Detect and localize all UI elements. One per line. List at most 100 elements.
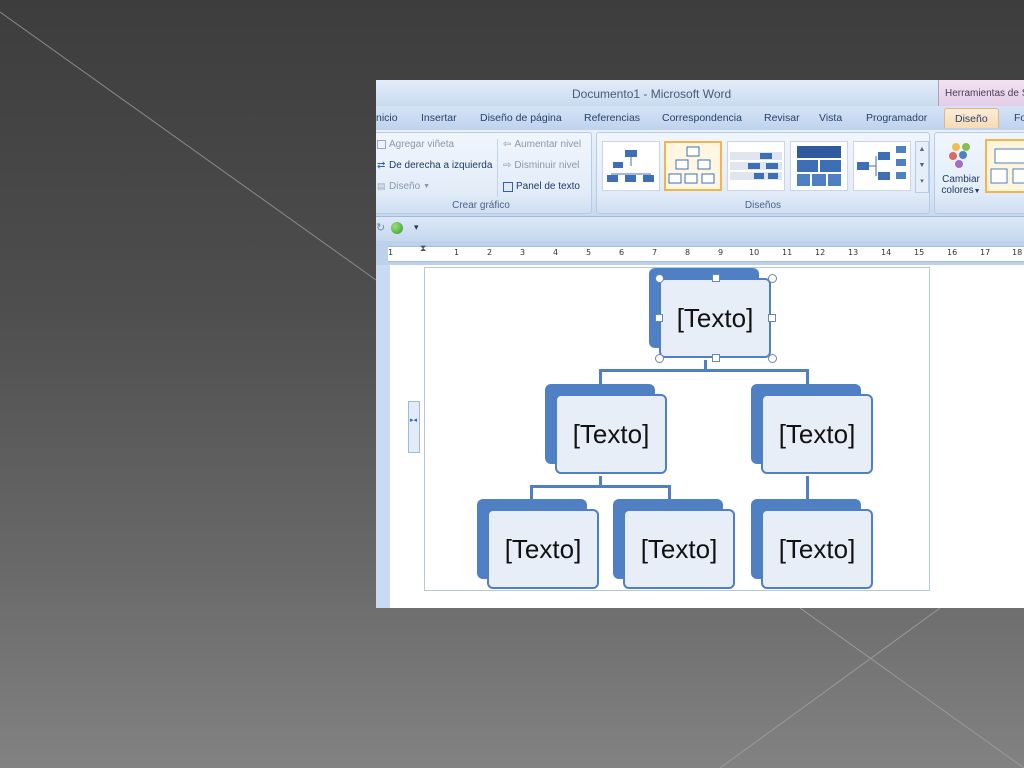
right-to-left-icon: ⇄ (377, 160, 386, 171)
group-label-disenos: Diseños (744, 200, 782, 211)
chevron-down-icon: ▼ (973, 188, 981, 195)
ruler-number: 10 (749, 248, 760, 257)
smartart-node-level3-2[interactable]: [Texto] (623, 509, 735, 589)
window-title: Documento1 - Microsoft Word (572, 87, 732, 101)
connector (530, 485, 670, 488)
connector (530, 485, 533, 499)
gallery-more-icon[interactable]: ▾ (916, 174, 928, 190)
cambiar-colores-button[interactable]: Cambiar colores▼ (941, 139, 981, 201)
smartart-tools-header: Herramientas de S (938, 80, 1024, 106)
agregar-vineta-button[interactable]: Agregar viñeta (377, 139, 454, 150)
ruler-number: 1 (388, 248, 394, 257)
ruler-number: 2 (487, 248, 493, 257)
smartart-node-level3-3[interactable]: [Texto] (761, 509, 873, 589)
smartart-node-level3-1[interactable]: [Texto] (487, 509, 599, 589)
ruler-number: 17 (980, 248, 991, 257)
document-page[interactable]: [Texto] [Texto] [Texto] [Texto] [Texto] … (376, 265, 1024, 608)
text-pane-icon (503, 181, 513, 192)
diseno-dropdown[interactable]: ▤ Diseño ▼ (377, 181, 430, 192)
resize-handle[interactable] (655, 314, 663, 322)
divider (497, 139, 498, 197)
ruler-number: 3 (520, 248, 526, 257)
ruler-bar: 1 ⧗ 1 2 3 4 5 6 7 8 9 10 11 12 13 14 15 … (376, 241, 1024, 265)
demote-arrow-icon: ⇨ (503, 160, 512, 171)
derecha-izquierda-button[interactable]: ⇄ De derecha a izquierda (377, 160, 492, 171)
connector (599, 369, 602, 385)
ruler-number: 15 (914, 248, 925, 257)
word-window: Documento1 - Microsoft Word Herramientas… (376, 80, 1024, 608)
group-crear-grafico: Agregar viñeta ⇄ De derecha a izquierda … (376, 132, 592, 214)
panel-texto-button[interactable]: Panel de texto (503, 181, 580, 192)
scroll-up-icon[interactable]: ▲ (916, 142, 928, 158)
connector (806, 369, 809, 385)
tab-referencias[interactable]: Referencias (584, 112, 640, 124)
smartart-node-root[interactable]: [Texto] (659, 278, 771, 358)
tab-vista[interactable]: Vista (819, 112, 842, 124)
tab-diseno[interactable]: Diseño (944, 108, 999, 128)
connector (668, 485, 671, 499)
ruler-number: 7 (652, 248, 658, 257)
tab-revisar[interactable]: Revisar (764, 112, 800, 124)
tab-insertar[interactable]: Insertar (421, 112, 457, 124)
scroll-down-icon[interactable]: ▼ (916, 158, 928, 174)
tab-formato[interactable]: Fo (1014, 112, 1024, 124)
ruler-number: 12 (815, 248, 826, 257)
horizontal-ruler[interactable]: 1 ⧗ 1 2 3 4 5 6 7 8 9 10 11 12 13 14 15 … (388, 243, 1024, 262)
tab-correspondencia[interactable]: Correspondencia (662, 112, 742, 124)
group-disenos: ▲ ▼ ▾ Diseños (596, 132, 930, 214)
layout-thumb-org-chart[interactable] (602, 141, 660, 191)
style-thumb-selected[interactable] (985, 139, 1024, 193)
layout-thumb-hierarchy-selected[interactable] (664, 141, 722, 191)
gallery-scroll[interactable]: ▲ ▼ ▾ (915, 141, 929, 193)
smartart-node-level2-left[interactable]: [Texto] (555, 394, 667, 474)
ruler-number: 13 (848, 248, 859, 257)
resize-handle[interactable] (655, 274, 664, 283)
tab-inicio[interactable]: nicio (376, 112, 398, 124)
layout-thumb-horizontal-hierarchy[interactable] (853, 141, 911, 191)
disminuir-nivel-button[interactable]: ⇨ Disminuir nivel (503, 160, 579, 171)
tab-programador[interactable]: Programador (866, 112, 927, 124)
resize-handle[interactable] (768, 354, 777, 363)
text-pane-toggle[interactable]: ▸◂ (408, 401, 420, 453)
resize-handle[interactable] (655, 354, 664, 363)
ruler-number: 11 (782, 248, 793, 257)
chevron-down-icon: ▼ (423, 183, 431, 190)
aumentar-nivel-button[interactable]: ⇦ Aumentar nivel (503, 139, 581, 150)
ruler-number: 1 (454, 248, 460, 257)
title-bar: Documento1 - Microsoft Word Herramientas… (376, 80, 1024, 106)
quick-access-toolbar: ↻ ▾ (376, 217, 1024, 241)
horizontal-hierarchy-layout-icon (857, 146, 906, 180)
indent-marker-icon[interactable]: ⧗ (420, 243, 426, 254)
smartart-style-icon (990, 148, 1024, 184)
smartart-frame[interactable]: [Texto] [Texto] [Texto] [Texto] [Texto] … (424, 267, 930, 591)
resize-handle[interactable] (712, 354, 720, 362)
hierarchy-layout-icon (668, 146, 715, 184)
palette-icon (949, 143, 970, 168)
ruler-number: 8 (685, 248, 691, 257)
resize-handle[interactable] (712, 274, 720, 282)
connector (599, 369, 809, 372)
promote-arrow-icon: ⇦ (503, 139, 512, 150)
smartart-node-level2-right[interactable]: [Texto] (761, 394, 873, 474)
expand-arrows-icon: ▸◂ (410, 417, 418, 424)
ribbon: Agregar viñeta ⇄ De derecha a izquierda … (376, 130, 1024, 217)
ruler-number: 16 (947, 248, 958, 257)
table-hierarchy-layout-icon (797, 146, 841, 186)
redo-icon[interactable]: ↻ (376, 221, 385, 234)
ruler-number: 4 (553, 248, 559, 257)
group-estilos: Cambiar colores▼ (934, 132, 1024, 214)
green-circle-icon[interactable] (391, 222, 403, 234)
customize-toolbar-icon[interactable]: ▾ (414, 222, 419, 233)
ruler-number: 6 (619, 248, 625, 257)
tab-diseno-pagina[interactable]: Diseño de página (480, 112, 562, 124)
resize-handle[interactable] (768, 274, 777, 283)
layout-thumb-labeled-hierarchy[interactable] (727, 141, 785, 191)
left-margin-bar (376, 265, 390, 608)
add-bullet-icon (377, 140, 386, 149)
layout-thumb-table-hierarchy[interactable] (790, 141, 848, 191)
group-label-crear-grafico: Crear gráfico (452, 200, 510, 211)
org-chart-layout-icon (607, 150, 654, 182)
ruler-number: 14 (881, 248, 892, 257)
resize-handle[interactable] (768, 314, 776, 322)
ruler-number: 9 (718, 248, 724, 257)
